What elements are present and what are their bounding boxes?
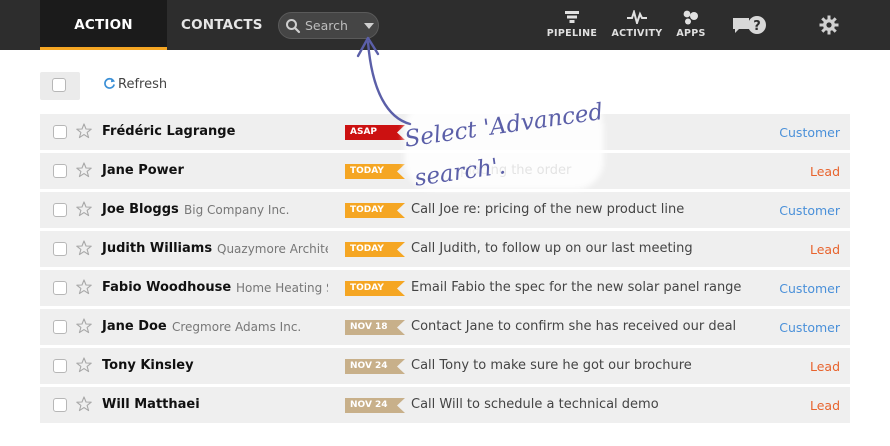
tab-action-stream-label: ACTION STREAM bbox=[71, 17, 136, 83]
contact-name[interactable]: Tony Kinsley bbox=[102, 358, 194, 373]
task-description[interactable]: Call Will to schedule a technical demo bbox=[411, 397, 741, 412]
list-item[interactable]: Fabio Woodhouse Home Heating Sup TODAY Emai… bbox=[40, 270, 850, 306]
task-description[interactable]: Call Joe re: pricing of the new product … bbox=[411, 202, 741, 217]
tab-contacts[interactable]: CONTACTS bbox=[181, 0, 263, 50]
row-checkbox[interactable] bbox=[53, 359, 67, 373]
pipeline-label: PIPELINE bbox=[546, 28, 598, 39]
task-description[interactable]: Email Fabio the spec for the new solar p… bbox=[411, 280, 741, 295]
badge-label: TODAY bbox=[350, 166, 384, 176]
apps-icon bbox=[683, 10, 698, 25]
star-icon[interactable] bbox=[76, 162, 92, 178]
top-navigation-bar: ACTION STREAM CONTACTS Search PIPELINE A… bbox=[0, 0, 890, 83]
tab-action-stream[interactable]: ACTION STREAM bbox=[40, 0, 167, 83]
refresh-icon bbox=[104, 77, 116, 89]
apps-button[interactable]: APPS bbox=[661, 6, 721, 46]
row-checkbox[interactable] bbox=[53, 281, 67, 295]
company-name: Big Company Inc. bbox=[184, 203, 290, 217]
refresh-label: Refresh bbox=[118, 77, 168, 92]
contact-name[interactable]: Frédéric Lagrange bbox=[102, 124, 235, 139]
search-icon bbox=[286, 19, 301, 34]
task-description[interactable]: Call Judith, to follow up on our last me… bbox=[411, 241, 741, 256]
row-checkbox[interactable] bbox=[53, 398, 67, 412]
star-icon[interactable] bbox=[76, 240, 92, 256]
list-item[interactable]: Will Matthaei NOV 24 Call Will to schedule… bbox=[40, 387, 850, 423]
contact-type: Customer bbox=[779, 281, 840, 296]
tab-contacts-label: CONTACTS bbox=[181, 17, 263, 33]
pipeline-icon bbox=[565, 11, 579, 23]
contact-name[interactable]: Joe Bloggs bbox=[102, 202, 179, 217]
select-all-checkbox[interactable] bbox=[52, 78, 66, 92]
row-checkbox[interactable] bbox=[53, 242, 67, 256]
search-placeholder: Search bbox=[305, 18, 348, 33]
badge-label: NOV 24 bbox=[350, 400, 388, 410]
list-item[interactable]: Tony Kinsley NOV 24 Call Tony to make sure… bbox=[40, 348, 850, 384]
badge-label: NOV 24 bbox=[350, 361, 388, 371]
contact-name[interactable]: Jane Doe bbox=[102, 319, 167, 334]
search-options-dropdown[interactable] bbox=[364, 23, 374, 29]
task-description[interactable]: Call Tony to make sure he got our brochu… bbox=[411, 358, 741, 373]
star-icon[interactable] bbox=[76, 123, 92, 139]
contact-name[interactable]: Fabio Woodhouse bbox=[102, 280, 231, 295]
svg-text:?: ? bbox=[753, 19, 761, 34]
help-icon[interactable]: ? bbox=[747, 15, 767, 35]
gear-icon[interactable] bbox=[819, 15, 839, 35]
pipeline-button[interactable]: PIPELINE bbox=[542, 6, 602, 46]
star-icon[interactable] bbox=[76, 279, 92, 295]
annotation-line-1: Select 'Advanced bbox=[402, 99, 605, 153]
contact-type: Lead bbox=[809, 242, 840, 257]
task-description[interactable]: Contact Jane to confirm she has received… bbox=[411, 319, 741, 334]
badge-label: TODAY bbox=[350, 205, 384, 215]
list-item[interactable]: Jane Doe Cregmore Adams Inc. NOV 18 Contact… bbox=[40, 309, 850, 345]
select-all-checkbox-container[interactable] bbox=[40, 72, 80, 100]
row-checkbox[interactable] bbox=[53, 164, 67, 178]
contact-type: Lead bbox=[809, 398, 840, 413]
star-icon[interactable] bbox=[76, 357, 92, 373]
row-checkbox[interactable] bbox=[53, 320, 67, 334]
company-name: Cregmore Adams Inc. bbox=[172, 320, 302, 334]
company-name: Quazymore Architects bbox=[217, 242, 328, 256]
active-tab-underline bbox=[40, 47, 167, 50]
star-icon[interactable] bbox=[76, 396, 92, 412]
activity-button[interactable]: ACTIVITY bbox=[607, 6, 667, 46]
star-icon[interactable] bbox=[76, 318, 92, 334]
company-name: Home Heating Sup bbox=[236, 281, 328, 295]
apps-label: APPS bbox=[676, 28, 706, 39]
star-icon[interactable] bbox=[76, 201, 92, 217]
contact-type: Customer bbox=[779, 203, 840, 218]
badge-label: TODAY bbox=[350, 283, 384, 293]
badge-label: TODAY bbox=[350, 244, 384, 254]
activity-icon bbox=[627, 10, 647, 24]
contact-type: Lead bbox=[809, 164, 840, 179]
row-checkbox[interactable] bbox=[53, 203, 67, 217]
contact-type: Customer bbox=[779, 320, 840, 335]
activity-label: ACTIVITY bbox=[611, 28, 663, 39]
row-checkbox[interactable] bbox=[53, 125, 67, 139]
annotation-callout: Select 'Advanced search'. bbox=[402, 96, 618, 192]
list-item[interactable]: Joe Bloggs Big Company Inc. TODAY Call Joe … bbox=[40, 192, 850, 228]
contact-name[interactable]: Judith Williams bbox=[102, 241, 212, 256]
refresh-button[interactable]: Refresh bbox=[103, 77, 167, 92]
contact-name[interactable]: Jane Power bbox=[102, 163, 184, 178]
list-item[interactable]: Judith Williams Quazymore Architects TODAY… bbox=[40, 231, 850, 267]
contact-name[interactable]: Will Matthaei bbox=[102, 397, 200, 412]
contact-type: Lead bbox=[809, 359, 840, 374]
contact-type: Customer bbox=[779, 125, 840, 140]
badge-label: NOV 18 bbox=[350, 322, 388, 332]
